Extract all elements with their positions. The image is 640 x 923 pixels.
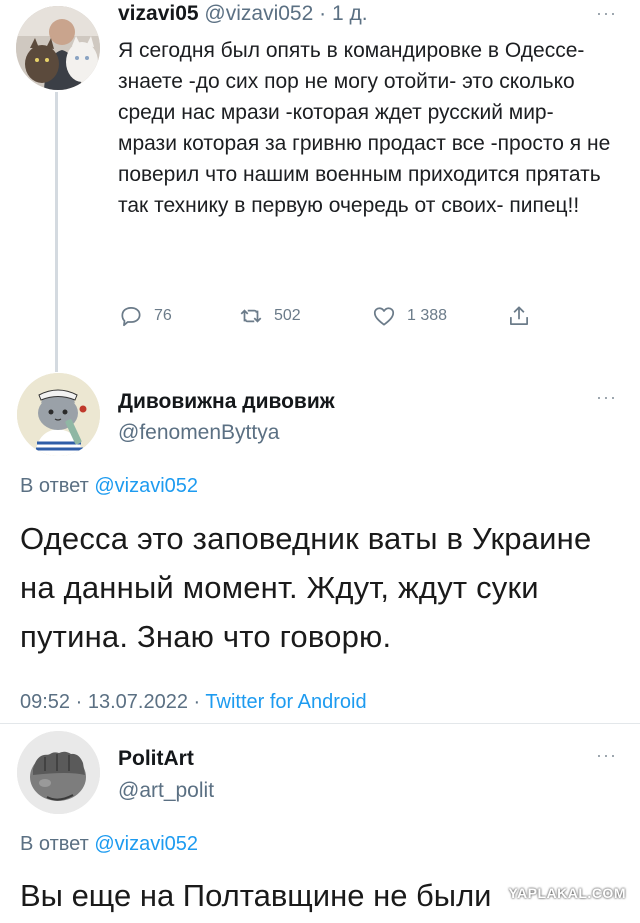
reply-icon bbox=[121, 307, 141, 327]
tweet2-display-name[interactable]: Дивовижна дивовиж bbox=[118, 388, 335, 416]
retweet-action[interactable]: 502 bbox=[238, 303, 301, 329]
share-action[interactable] bbox=[506, 303, 532, 329]
tweet1-display-name[interactable]: vizavi05 bbox=[118, 2, 199, 25]
reply-action[interactable]: 76 bbox=[118, 303, 172, 329]
tweet3-reply-context: В ответ @vizavi052 bbox=[20, 830, 198, 858]
tweet1-actions: 76 502 1 388 bbox=[118, 303, 558, 333]
tweet1-text: Я сегодня был опять в командировке в Оде… bbox=[118, 39, 611, 217]
profile-photo-icon bbox=[16, 6, 100, 90]
tweet2-time[interactable]: 09:52 bbox=[20, 691, 70, 713]
cat-sailor-avatar-icon bbox=[17, 373, 100, 456]
heart-icon bbox=[373, 307, 395, 326]
tweet3-handle[interactable]: @art_polit bbox=[118, 777, 214, 805]
like-count: 1 388 bbox=[407, 307, 448, 324]
tweet2-avatar[interactable] bbox=[17, 373, 100, 456]
tweet2-date[interactable]: 13.07.2022 bbox=[88, 691, 188, 713]
meta-dot: · bbox=[75, 691, 83, 713]
tweet1-handle[interactable]: @vizavi052 bbox=[204, 2, 313, 25]
reply-prefix: В ответ bbox=[20, 475, 89, 497]
tweet2-more-icon[interactable]: ··· bbox=[596, 388, 617, 406]
share-icon bbox=[510, 306, 528, 325]
tweet1-separator: · bbox=[319, 2, 327, 25]
watermark: YAPLAKAL.COM bbox=[508, 885, 626, 901]
reply-to-link[interactable]: @vizavi052 bbox=[94, 833, 198, 855]
thread-line bbox=[55, 92, 58, 372]
tweet3-avatar[interactable] bbox=[17, 731, 100, 814]
meta-dot: · bbox=[193, 691, 201, 713]
tweet2-reply-context: В ответ @vizavi052 bbox=[20, 472, 198, 500]
tweet1-time[interactable]: 1 д. bbox=[332, 2, 368, 25]
tweet1-more-icon[interactable]: ··· bbox=[596, 4, 617, 22]
tweet1-header: vizavi05 @vizavi052 · 1 д. bbox=[118, 0, 368, 28]
tweet2-meta: 09:52 · 13.07.2022 · Twitter for Android bbox=[20, 688, 367, 716]
tweet3-more-icon[interactable]: ··· bbox=[596, 746, 617, 764]
reply-to-link[interactable]: @vizavi052 bbox=[94, 475, 198, 497]
like-action[interactable]: 1 388 bbox=[371, 303, 447, 329]
reply-count: 76 bbox=[154, 307, 172, 324]
retweet-count: 502 bbox=[274, 307, 301, 324]
tweet2-source-link[interactable]: Twitter for Android bbox=[205, 691, 366, 713]
tweet2-handle[interactable]: @fenomenByttya bbox=[118, 419, 279, 447]
tweet2-text: Одесса это заповедник ваты в Украине на … bbox=[20, 521, 592, 654]
reply-prefix: В ответ bbox=[20, 833, 89, 855]
tweet3-display-name[interactable]: PolitArt bbox=[118, 745, 194, 773]
fist-avatar-icon bbox=[17, 731, 100, 814]
retweet-icon bbox=[240, 309, 262, 323]
tweet1-avatar[interactable] bbox=[16, 6, 100, 90]
divider bbox=[0, 723, 640, 724]
